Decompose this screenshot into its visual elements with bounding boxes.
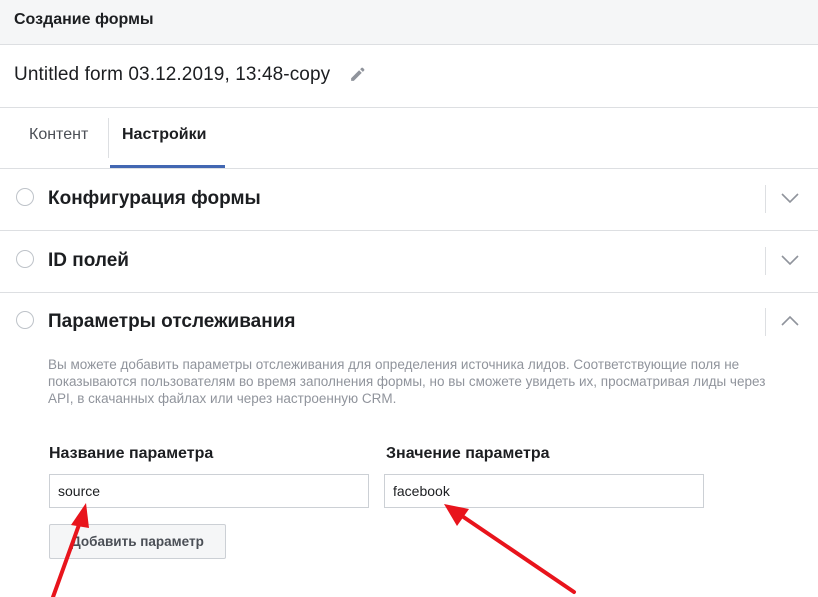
tab-bar: Контент Настройки	[0, 108, 818, 169]
add-parameter-button[interactable]: Добавить параметр	[49, 524, 226, 559]
param-value-label: Значение параметра	[386, 445, 550, 462]
chevron-down-icon[interactable]	[779, 189, 801, 207]
param-name-input[interactable]	[49, 474, 369, 508]
section-status-radio	[16, 250, 34, 268]
param-value-input[interactable]	[384, 474, 704, 508]
section-status-radio	[16, 188, 34, 206]
form-name: Untitled form 03.12.2019, 13:48-copy	[14, 64, 331, 85]
tab-settings-label: Настройки	[122, 126, 207, 143]
section-status-radio	[16, 311, 34, 329]
chevron-up-icon[interactable]	[779, 312, 801, 330]
form-name-row: Untitled form 03.12.2019, 13:48-copy	[0, 45, 818, 108]
page-header: Создание формы	[0, 0, 818, 45]
active-tab-indicator	[110, 165, 225, 168]
section-title: ID полей	[48, 250, 129, 271]
section-separator	[765, 185, 766, 213]
tab-content[interactable]: Контент	[14, 108, 108, 168]
section-separator	[765, 308, 766, 336]
section-title[interactable]: Параметры отслеживания	[48, 311, 295, 333]
tracking-description: Вы можете добавить параметры отслеживани…	[48, 357, 766, 406]
section-separator	[765, 247, 766, 275]
tab-settings[interactable]: Настройки	[110, 108, 225, 168]
tab-content-label: Контент	[29, 126, 89, 143]
pencil-icon[interactable]	[349, 66, 366, 83]
section-field-ids[interactable]: ID полей	[0, 231, 818, 293]
tab-divider	[108, 118, 109, 158]
param-name-label: Название параметра	[49, 445, 214, 462]
chevron-down-icon[interactable]	[779, 251, 801, 269]
page-title: Создание формы	[14, 11, 154, 28]
section-title: Конфигурация формы	[48, 188, 261, 209]
section-form-config[interactable]: Конфигурация формы	[0, 169, 818, 231]
